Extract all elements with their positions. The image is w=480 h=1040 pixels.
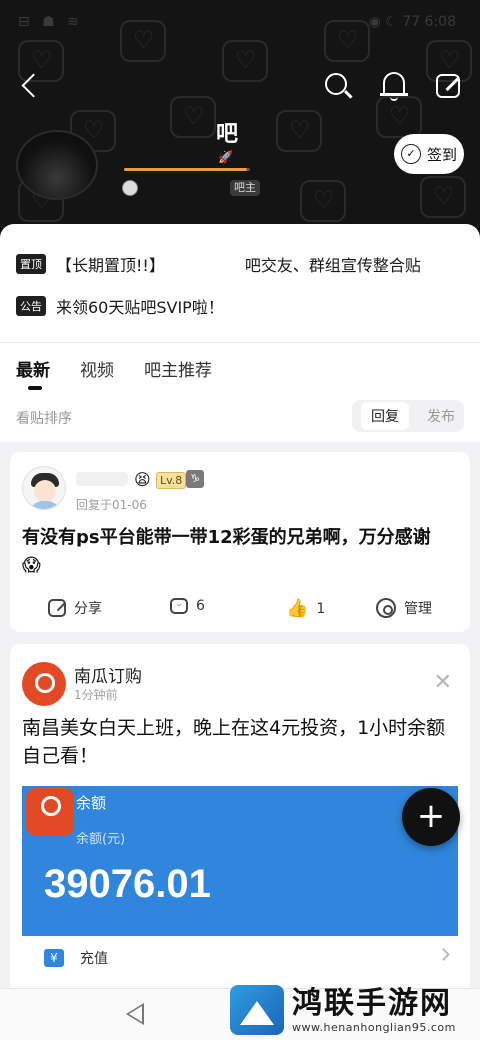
post-card[interactable]: 😫 Lv.8 ♑ 回复于01-06 有没有ps平台能带一带12彩蛋的兄弟啊，万分… — [10, 452, 470, 632]
watermark: 鸿联手游网 www.henanhonglian95.com — [230, 982, 480, 1038]
post-feed: 😫 Lv.8 ♑ 回复于01-06 有没有ps平台能带一带12彩蛋的兄弟啊，万分… — [0, 442, 480, 1040]
chevron-right-icon — [437, 948, 450, 961]
ad-text[interactable]: 南昌美女白天上班，晚上在这4元投资，1小时余额自己看！ — [22, 714, 458, 770]
level-progress — [124, 168, 250, 171]
ad-image[interactable]: 余额 余额(元) 39076.01 — [22, 786, 458, 936]
signin-icon: ✓ — [400, 144, 421, 164]
ad-row-label: 充值 — [80, 951, 108, 967]
user-emoji: 😫 — [134, 470, 151, 489]
reply-time: 回复于01-06 — [76, 498, 147, 512]
post-actions: 分享 ⌣ 6 👍 1 管理 — [10, 592, 470, 624]
notice-tag: 公告 — [16, 296, 46, 316]
status-right: ◉ ☾ 77 6:08 — [368, 14, 456, 30]
new-post-button[interactable]: + — [402, 788, 460, 846]
rocket-icon: 🚀 — [218, 150, 233, 164]
ad-balance: 39076.01 — [44, 862, 211, 906]
like-count: 1 — [316, 600, 326, 617]
edit-icon[interactable] — [430, 68, 466, 104]
bar-name: 吧 — [216, 122, 239, 147]
share-label: 分享 — [74, 601, 102, 617]
status-bar: ⊟ ☗ ≋ ◉ ☾ 77 6:08 — [0, 14, 480, 38]
sort-option-reply[interactable]: 回复 — [361, 402, 409, 430]
comment-button[interactable]: ⌣ 6 — [170, 598, 205, 614]
ad-image-title: 余额 — [76, 794, 107, 812]
tab-bar: 最新 视频 吧主推荐 — [16, 356, 212, 390]
manage-label: 管理 — [404, 601, 432, 617]
status-left-icons: ⊟ ☗ ≋ — [18, 14, 83, 30]
sort-toggle: 回复 发布 — [352, 400, 464, 432]
watermark-logo — [230, 985, 284, 1035]
ad-name[interactable]: 南瓜订购 — [74, 662, 142, 687]
notice-pinned[interactable]: 置顶 【长期置顶!!】 吧交友、群组宣传整合贴 — [16, 252, 421, 276]
share-button[interactable]: 分享 — [48, 598, 102, 618]
nav-back-icon[interactable] — [126, 1003, 144, 1025]
ad-recharge-row[interactable]: ¥ 充值 — [22, 942, 458, 974]
close-icon[interactable]: ✕ — [434, 670, 452, 695]
user-avatar[interactable] — [22, 466, 66, 510]
manage-button[interactable]: 管理 — [376, 598, 432, 618]
post-title-text: 有没有ps平台能带一带12彩蛋的兄弟啊，万分感谢 — [22, 527, 431, 548]
signin-label: 签到 — [426, 145, 457, 164]
watermark-url: www.henanhonglian95.com — [292, 1020, 456, 1034]
like-button[interactable]: 👍 1 — [286, 598, 325, 619]
post-title-emoji: 😱 — [22, 555, 41, 576]
post-title[interactable]: 有没有ps平台能带一带12彩蛋的兄弟啊，万分感谢 😱 — [22, 524, 462, 580]
notice-tag: 置顶 — [16, 254, 46, 274]
sort-option-publish[interactable]: 发布 — [427, 406, 455, 426]
level-progress-fill — [124, 168, 248, 171]
ad-time: 1分钟前 — [74, 688, 118, 702]
signin-button[interactable]: ✓ 签到 — [394, 134, 464, 174]
watermark-title: 鸿联手游网 — [292, 985, 452, 1021]
bar-header: ⊟ ☗ ≋ ◉ ☾ 77 6:08 吧 🚀 吧主 ✓ 签到 — [0, 0, 480, 240]
notice-text-2: 吧交友、群组宣传整合贴 — [244, 256, 421, 275]
username[interactable] — [76, 472, 128, 486]
notice-text: 来领60天贴吧SVIP啦！ — [56, 298, 224, 317]
back-icon[interactable] — [14, 68, 46, 104]
thumbs-up-icon: 👍 — [286, 598, 309, 619]
owner-tag: 吧主 — [230, 180, 260, 196]
content-panel: 置顶 【长期置顶!!】 吧交友、群组宣传整合贴 公告 来领60天贴吧SVIP啦！… — [0, 224, 480, 1040]
ad-logo[interactable] — [22, 662, 66, 706]
level-badge: Lv.8 — [156, 472, 187, 489]
bar-avatar — [16, 130, 98, 200]
notice-announcement[interactable]: 公告 来领60天贴吧SVIP啦！ — [16, 294, 224, 318]
owner-avatar[interactable] — [122, 180, 138, 196]
tab-latest[interactable]: 最新 — [16, 356, 50, 390]
ad-image-subtitle: 余额(元) — [76, 832, 126, 847]
manage-icon — [376, 598, 396, 618]
sort-label: 看贴排序 — [16, 411, 72, 427]
divider — [0, 342, 480, 343]
comment-icon: ⌣ — [170, 598, 188, 614]
share-icon — [48, 599, 66, 617]
comment-count: 6 — [196, 598, 205, 614]
yen-icon: ¥ — [44, 949, 64, 967]
ad-app-icon — [26, 788, 74, 836]
bell-icon[interactable] — [376, 68, 412, 104]
zodiac-icon: ♑ — [186, 470, 204, 488]
tab-owner-recommend[interactable]: 吧主推荐 — [144, 356, 212, 381]
ad-card[interactable]: 南瓜订购 1分钟前 ✕ 南昌美女白天上班，晚上在这4元投资，1小时余额自己看！ … — [10, 644, 470, 1040]
notice-text: 【长期置顶!!】 — [56, 256, 165, 275]
search-icon[interactable] — [320, 68, 356, 104]
tab-video[interactable]: 视频 — [80, 356, 114, 381]
